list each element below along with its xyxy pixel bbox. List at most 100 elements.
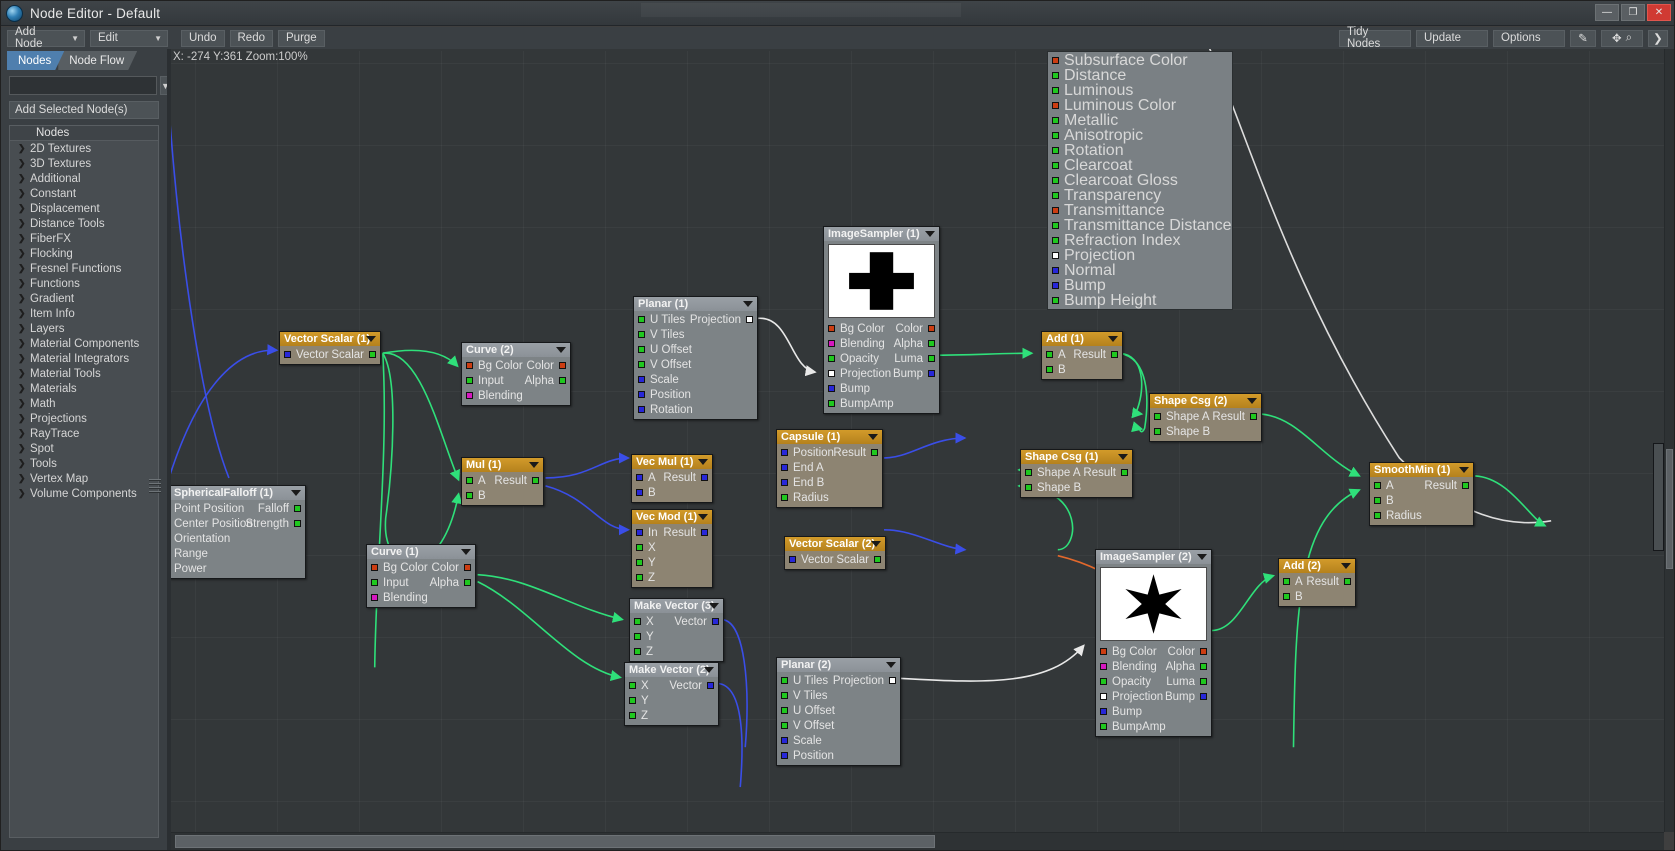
node-capsule-1[interactable]: Capsule (1) Position Result End A End B Radiu…: [776, 429, 883, 508]
node-header[interactable]: Vector Scalar (2): [785, 537, 885, 551]
edit-dropdown[interactable]: Edit ▼: [90, 29, 168, 47]
port-green-icon[interactable]: [1052, 147, 1059, 154]
tree-item-tools[interactable]: ❯ Tools: [10, 456, 158, 471]
input-port-green-icon[interactable]: [1046, 351, 1053, 358]
port-green-icon[interactable]: [1052, 87, 1059, 94]
node-imagesampler-1[interactable]: ImageSampler (1) Bg Color Color Blending Alp…: [823, 226, 940, 414]
port-white-icon[interactable]: [1052, 252, 1059, 259]
options-button[interactable]: Options: [1493, 29, 1565, 47]
node-graph-canvas[interactable]: X: -274 Y:361 Zoom:100% Vector Scalar (1…: [171, 49, 1664, 832]
input-port-green-icon[interactable]: [638, 331, 645, 338]
node-collapse-icon[interactable]: [291, 490, 301, 496]
input-port-green-icon[interactable]: [466, 477, 473, 484]
input-port-green-icon[interactable]: [629, 682, 636, 689]
tree-item-3d-textures[interactable]: ❯ 3D Textures: [10, 156, 158, 171]
minimize-icon[interactable]: —: [1595, 4, 1619, 21]
tree-item-material-tools[interactable]: ❯ Material Tools: [10, 366, 158, 381]
node-header[interactable]: Add (1): [1042, 332, 1122, 346]
search-input[interactable]: [9, 76, 157, 95]
node-header[interactable]: Vector Scalar (1): [280, 332, 380, 346]
material-attribute-popup[interactable]: Subsurface Color Distance Luminous Luminous…: [1047, 51, 1233, 310]
input-port-green-icon[interactable]: [636, 559, 643, 566]
tree-item-fiberfx[interactable]: ❯ FiberFX: [10, 231, 158, 246]
node-header[interactable]: Vec Mul (1): [632, 455, 712, 469]
input-port-blue-icon[interactable]: [636, 474, 643, 481]
input-port-blue-icon[interactable]: [636, 529, 643, 536]
output-port-green-icon[interactable]: [928, 340, 935, 347]
maximize-icon[interactable]: ❐: [1621, 4, 1645, 21]
node-collapse-icon[interactable]: [461, 549, 471, 555]
input-port-green-icon[interactable]: [629, 712, 636, 719]
input-port-red-icon[interactable]: [1100, 648, 1107, 655]
vertical-scrollbar-thumb[interactable]: [1666, 449, 1673, 569]
output-port-green-icon[interactable]: [1250, 413, 1257, 420]
tree-item-constant[interactable]: ❯ Constant: [10, 186, 158, 201]
port-blue-icon[interactable]: [1052, 282, 1059, 289]
output-port-green-icon[interactable]: [464, 579, 471, 586]
tree-item-material-integrators[interactable]: ❯ Material Integrators: [10, 351, 158, 366]
node-collapse-icon[interactable]: [871, 541, 881, 547]
output-port-blue-icon[interactable]: [707, 682, 714, 689]
node-collapse-icon[interactable]: [698, 459, 708, 465]
input-port-green-icon[interactable]: [634, 618, 641, 625]
node-collapse-icon[interactable]: [1247, 398, 1257, 404]
node-shape-csg-1[interactable]: Shape Csg (1) Shape A Result Shape B: [1020, 449, 1133, 498]
tree-item-materials[interactable]: ❯ Materials: [10, 381, 158, 396]
node-header[interactable]: ImageSampler (1): [824, 227, 939, 241]
input-port-green-icon[interactable]: [1374, 512, 1381, 519]
tree-item-functions[interactable]: ❯ Functions: [10, 276, 158, 291]
tree-item-additional[interactable]: ❯ Additional: [10, 171, 158, 186]
port-green-icon[interactable]: [1052, 222, 1059, 229]
input-port-green-icon[interactable]: [1046, 366, 1053, 373]
node-collapse-icon[interactable]: [743, 301, 753, 307]
input-port-blue-icon[interactable]: [781, 464, 788, 471]
tree-item-flocking[interactable]: ❯ Flocking: [10, 246, 158, 261]
node-header[interactable]: Planar (1): [634, 297, 757, 311]
node-imagesampler-2[interactable]: ImageSampler (2) Bg Color Color Blending Alp…: [1095, 549, 1212, 737]
output-port-red-icon[interactable]: [464, 564, 471, 571]
search-icon[interactable]: ⌕: [1626, 32, 1632, 45]
node-header[interactable]: Planar (2): [777, 658, 900, 672]
input-port-mag-icon[interactable]: [1100, 663, 1107, 670]
node-header[interactable]: SmoothMin (1): [1370, 463, 1473, 477]
input-port-green-icon[interactable]: [636, 544, 643, 551]
node-header[interactable]: Make Vector (2): [625, 663, 718, 677]
input-port-green-icon[interactable]: [638, 361, 645, 368]
port-red-icon[interactable]: [1052, 102, 1059, 109]
node-vec-mul-1[interactable]: Vec Mul (1) A Result B: [631, 454, 713, 503]
node-header[interactable]: ImageSampler (2): [1096, 550, 1211, 564]
node-smoothmin-1[interactable]: SmoothMin (1) A Result B Radius: [1369, 462, 1474, 526]
input-port-green-icon[interactable]: [1100, 723, 1107, 730]
node-header[interactable]: SphericalFalloff (1): [171, 486, 305, 500]
close-icon[interactable]: ✕: [1647, 4, 1671, 21]
input-port-blue-icon[interactable]: [789, 556, 796, 563]
input-port-green-icon[interactable]: [1025, 484, 1032, 491]
input-port-green-icon[interactable]: [634, 633, 641, 640]
node-collapse-icon[interactable]: [1118, 454, 1128, 460]
output-port-red-icon[interactable]: [1200, 648, 1207, 655]
add-node-dropdown[interactable]: Add Node ▼: [7, 26, 85, 50]
tree-item-gradient[interactable]: ❯ Gradient: [10, 291, 158, 306]
port-blue-icon[interactable]: [1052, 267, 1059, 274]
destination-node-stub[interactable]: [1653, 443, 1664, 551]
output-port-green-icon[interactable]: [1200, 678, 1207, 685]
port-green-icon[interactable]: [1052, 117, 1059, 124]
input-port-green-icon[interactable]: [828, 355, 835, 362]
input-port-mag-icon[interactable]: [371, 594, 378, 601]
popup-item-bump-height[interactable]: Bump Height: [1048, 292, 1232, 309]
port-green-icon[interactable]: [1052, 72, 1059, 79]
input-port-blue-icon[interactable]: [1100, 708, 1107, 715]
node-shape-csg-2[interactable]: Shape Csg (2) Shape A Result Shape B: [1149, 393, 1262, 442]
input-port-red-icon[interactable]: [466, 362, 473, 369]
input-port-green-icon[interactable]: [1283, 578, 1290, 585]
node-curve-2[interactable]: Curve (2) Bg Color Color Input Alpha Blending: [461, 342, 571, 406]
node-collapse-icon[interactable]: [556, 347, 566, 353]
input-port-white-icon[interactable]: [828, 370, 835, 377]
output-port-blue-icon[interactable]: [712, 618, 719, 625]
output-port-blue-icon[interactable]: [701, 474, 708, 481]
tree-item-math[interactable]: ❯ Math: [10, 396, 158, 411]
tidy-nodes-button[interactable]: Tidy Nodes: [1339, 26, 1411, 50]
output-port-green-icon[interactable]: [559, 377, 566, 384]
input-port-green-icon[interactable]: [1100, 678, 1107, 685]
input-port-green-icon[interactable]: [371, 579, 378, 586]
